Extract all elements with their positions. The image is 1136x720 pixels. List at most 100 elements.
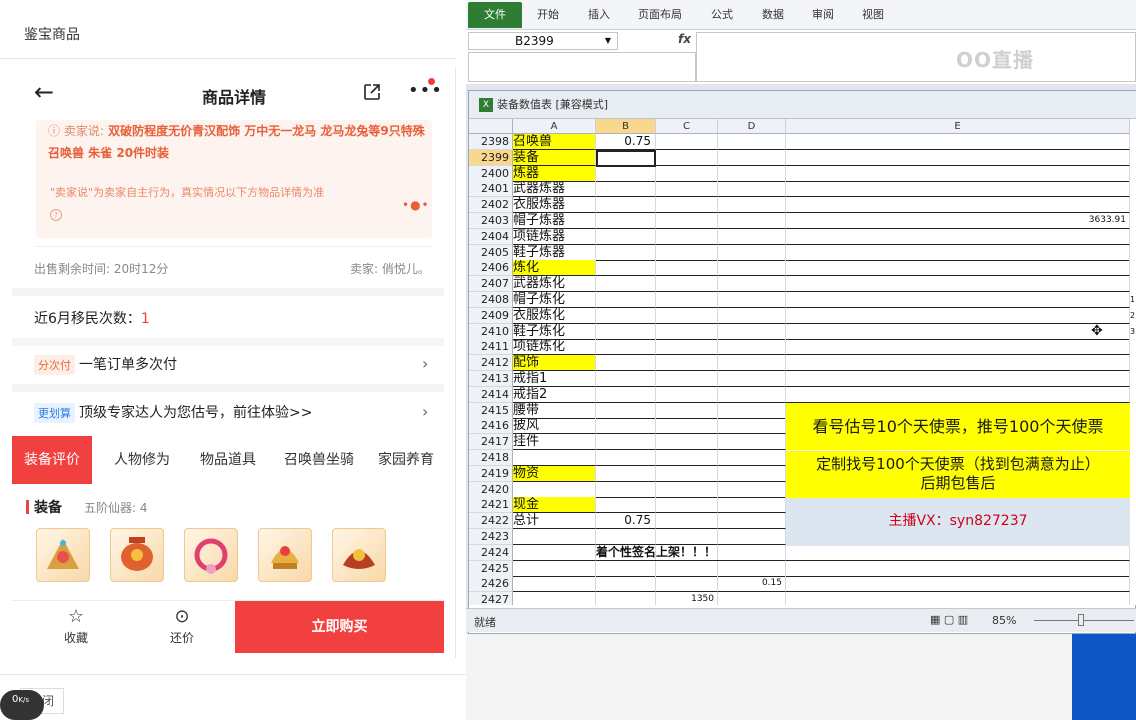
table-cell[interactable] — [596, 260, 656, 277]
table-cell[interactable] — [513, 481, 596, 498]
column-header-E[interactable]: E — [786, 119, 1130, 134]
table-cell[interactable]: 3633.91 — [786, 213, 1130, 229]
buy-now-button[interactable]: 立即购买 — [235, 601, 444, 653]
select-all-corner[interactable] — [469, 119, 513, 134]
row-header[interactable]: 2407 — [469, 276, 513, 293]
table-cell[interactable] — [786, 181, 1130, 198]
table-cell[interactable] — [718, 276, 786, 293]
table-cell[interactable] — [513, 560, 596, 577]
table-cell[interactable] — [718, 228, 786, 245]
table-cell[interactable] — [596, 529, 656, 545]
ribbon-tab-data[interactable]: 数据 — [762, 0, 784, 30]
table-cell[interactable] — [718, 181, 786, 198]
table-cell[interactable]: 召唤兽 — [513, 134, 596, 150]
row-header[interactable]: 2416 — [469, 418, 513, 435]
table-cell[interactable] — [596, 355, 656, 372]
table-cell[interactable] — [656, 371, 718, 387]
row-header[interactable]: 2402 — [469, 197, 513, 214]
table-cell[interactable] — [786, 260, 1130, 277]
table-cell[interactable] — [513, 544, 596, 561]
table-cell[interactable] — [656, 513, 718, 530]
table-cell[interactable] — [718, 165, 786, 182]
table-cell[interactable] — [718, 134, 786, 150]
table-cell[interactable]: 鞋子炼化 — [513, 323, 596, 340]
ribbon-tab-home[interactable]: 开始 — [537, 0, 559, 30]
table-cell[interactable] — [656, 402, 718, 419]
row-header[interactable]: 2415 — [469, 402, 513, 419]
tab-equipment[interactable]: 装备评价 — [12, 436, 92, 484]
table-cell[interactable] — [656, 276, 718, 293]
row-header[interactable]: 2423 — [469, 529, 513, 545]
table-cell[interactable] — [656, 497, 718, 514]
spreadsheet-grid[interactable]: A B C D E 2398 召唤兽 0.75 2399 装备 2400 炼器 2401 武器炼器 2402… — [469, 119, 1136, 605]
table-cell[interactable] — [596, 244, 656, 261]
table-cell[interactable] — [656, 576, 718, 593]
row-header[interactable]: 2398 — [469, 134, 513, 150]
table-cell[interactable] — [786, 355, 1130, 372]
table-cell[interactable]: 0.75 — [596, 134, 656, 150]
table-cell[interactable] — [656, 292, 718, 308]
table-cell[interactable] — [596, 307, 656, 324]
equipment-item-2[interactable] — [110, 528, 164, 582]
ribbon-tab-insert[interactable]: 插入 — [588, 0, 610, 30]
table-cell[interactable]: 戒指1 — [513, 371, 596, 387]
row-header[interactable]: 2414 — [469, 386, 513, 403]
table-cell[interactable] — [656, 434, 718, 451]
table-cell[interactable] — [786, 544, 1130, 561]
table-cell[interactable] — [718, 149, 786, 166]
row-header[interactable]: 2399 — [469, 149, 513, 166]
equipment-item-5[interactable] — [332, 528, 386, 582]
table-cell[interactable] — [596, 323, 656, 340]
table-cell[interactable] — [596, 213, 656, 229]
table-cell[interactable] — [656, 213, 718, 229]
table-cell[interactable] — [718, 244, 786, 261]
row-header[interactable]: 2421 — [469, 497, 513, 514]
table-cell[interactable] — [656, 244, 718, 261]
table-cell[interactable] — [718, 529, 786, 545]
ribbon-tab-view[interactable]: 视图 — [862, 0, 884, 30]
table-cell[interactable] — [513, 529, 596, 545]
table-cell[interactable]: 武器炼化 — [513, 276, 596, 293]
table-cell[interactable] — [718, 450, 786, 466]
table-cell[interactable] — [656, 465, 718, 482]
table-cell[interactable]: 披风 — [513, 418, 596, 435]
row-header[interactable]: 2425 — [469, 560, 513, 577]
table-cell[interactable] — [786, 228, 1130, 245]
favorite-button[interactable]: ☆ 收藏 — [22, 601, 130, 653]
table-cell[interactable] — [718, 497, 786, 514]
table-cell[interactable] — [596, 418, 656, 435]
table-cell[interactable] — [656, 134, 718, 150]
table-cell[interactable] — [786, 576, 1130, 593]
dropdown-arrow-icon[interactable]: ▼ — [605, 33, 611, 49]
table-cell[interactable] — [596, 339, 656, 356]
table-cell[interactable] — [596, 434, 656, 451]
column-header-C[interactable]: C — [656, 119, 718, 134]
help-icon[interactable]: ? — [50, 209, 62, 221]
share-icon[interactable] — [362, 82, 382, 102]
row-header[interactable]: 2411 — [469, 339, 513, 356]
table-cell[interactable] — [718, 213, 786, 229]
installment-row[interactable]: 分次付 一笔订单多次付 — [34, 354, 177, 375]
table-cell[interactable]: 1350 — [656, 592, 718, 605]
row-header[interactable]: 2420 — [469, 481, 513, 498]
table-cell[interactable] — [596, 386, 656, 403]
ribbon-tab-review[interactable]: 审阅 — [812, 0, 834, 30]
table-cell[interactable] — [656, 481, 718, 498]
zoom-slider[interactable] — [1034, 620, 1134, 621]
table-cell[interactable] — [513, 450, 596, 466]
table-cell[interactable] — [718, 418, 786, 435]
chevron-right-icon[interactable]: › — [422, 402, 428, 421]
column-header-B[interactable]: B — [596, 119, 656, 134]
table-cell[interactable] — [656, 228, 718, 245]
table-cell[interactable]: 戒指2 — [513, 386, 596, 403]
table-cell[interactable] — [656, 529, 718, 545]
table-cell[interactable] — [718, 197, 786, 214]
table-cell[interactable]: 帽子炼器 — [513, 213, 596, 229]
row-header[interactable]: 2401 — [469, 181, 513, 198]
table-cell[interactable] — [718, 260, 786, 277]
table-cell[interactable] — [596, 228, 656, 245]
row-header[interactable]: 2410 — [469, 323, 513, 340]
row-header[interactable]: 2409 — [469, 307, 513, 324]
table-cell[interactable]: 鞋子炼器 — [513, 244, 596, 261]
table-cell[interactable] — [786, 307, 1130, 324]
